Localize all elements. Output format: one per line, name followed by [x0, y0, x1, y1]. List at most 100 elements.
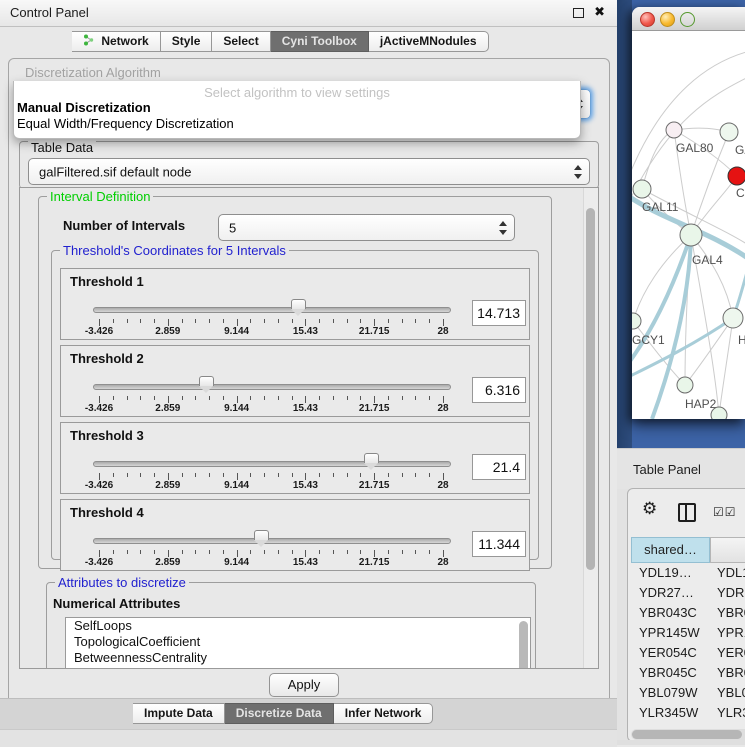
network-window-titlebar	[632, 7, 745, 31]
apply-button[interactable]: Apply	[269, 673, 339, 697]
threshold-slider-thumb[interactable]	[254, 530, 269, 540]
table-row[interactable]: YDR27… YDR2	[631, 583, 745, 603]
control-panel-titlebar: Control Panel ✖	[0, 0, 617, 27]
threshold-label: Threshold 4	[70, 505, 144, 520]
cell-shared-name: YDL19…	[639, 563, 692, 583]
algorithm-group-label: Discretization Algorithm	[25, 65, 161, 80]
threshold-slider-thumb[interactable]	[291, 299, 306, 309]
threshold-slider-track[interactable]	[93, 461, 451, 467]
network-node[interactable]	[633, 180, 651, 198]
cell-name: YLR3	[717, 703, 745, 723]
threshold-label: Threshold 2	[70, 351, 144, 366]
stepper-icon	[498, 221, 507, 235]
cell-name: YBR0	[717, 663, 745, 683]
close-traffic-light-icon[interactable]	[640, 12, 655, 27]
node-label: GA	[735, 143, 745, 157]
threshold-box: Threshold 1 -3.4262.8599.14415.4321.7152…	[60, 268, 530, 340]
network-node[interactable]	[677, 377, 693, 393]
dropdown-option[interactable]: Manual Discretization	[14, 100, 580, 116]
minimize-traffic-light-icon[interactable]	[660, 12, 675, 27]
column-header-shared[interactable]: shared…	[631, 537, 710, 563]
tab[interactable]: Style	[161, 31, 213, 52]
cell-name: YBR0	[717, 603, 745, 623]
node-label: C	[736, 186, 745, 200]
checkbox-icons[interactable]: ☑☑	[713, 505, 737, 519]
table-panel: ⚙ ☑☑ shared… na YDL19… YDL1 YDR27… YDR2 …	[627, 488, 745, 742]
cell-shared-name: YBR043C	[639, 603, 697, 623]
float-window-icon[interactable]	[573, 8, 584, 18]
cell-shared-name: YPR145W	[639, 623, 700, 643]
network-node[interactable]	[666, 122, 682, 138]
interval-definition-label: Interval Definition	[47, 189, 153, 204]
table-row[interactable]: YIL052C YIL0	[631, 723, 745, 727]
table-row[interactable]: YDL19… YDL1	[631, 563, 745, 583]
network-icon	[83, 33, 94, 52]
table-data-combo[interactable]: galFiltered.sif default node	[28, 158, 590, 185]
thresholds-group: Threshold's Coordinates for 5 Intervals …	[51, 250, 539, 560]
bottom-tab-label: Infer Network	[345, 706, 422, 720]
scrollbar-thumb[interactable]	[586, 208, 595, 570]
numerical-attributes-list[interactable]: SelfLoopsTopologicalCoefficientBetweenne…	[65, 617, 531, 669]
threshold-label: Threshold 1	[70, 274, 144, 289]
table-row[interactable]: YER054C YER0	[631, 643, 745, 663]
right-panel: GAL80 GA C GAL11 GAL4 GCY1 H HAP2 Table …	[617, 0, 745, 745]
scrollbar-thumb[interactable]	[632, 730, 742, 739]
threshold-label: Threshold 3	[70, 428, 144, 443]
horizontal-scrollbar[interactable]	[631, 729, 745, 740]
interval-definition-group: Interval Definition Number of Intervals …	[38, 196, 552, 569]
control-panel-window: Control Panel ✖ Network	[0, 0, 617, 745]
attribute-item[interactable]: SelfLoops	[66, 618, 530, 634]
number-of-intervals-label: Number of Intervals	[63, 218, 185, 233]
bottom-tab[interactable]: Infer Network	[334, 703, 434, 724]
table-row[interactable]: YBL079W YBL0	[631, 683, 745, 703]
table-row[interactable]: YBR045C YBR0	[631, 663, 745, 683]
tab[interactable]: jActiveMNodules	[369, 31, 489, 52]
tab-label: Cyni Toolbox	[282, 34, 357, 48]
attribute-item[interactable]: TopologicalCoefficient	[66, 634, 530, 650]
vertical-scrollbar[interactable]	[583, 188, 598, 668]
threshold-value-field[interactable]: 6.316	[472, 377, 526, 403]
dropdown-hint: Select algorithm to view settings	[14, 81, 580, 100]
threshold-value-field[interactable]: 14.713	[472, 300, 526, 326]
threshold-slider-thumb[interactable]	[364, 453, 379, 463]
list-scrollbar[interactable]	[519, 621, 528, 669]
threshold-slider-track[interactable]	[93, 384, 451, 390]
threshold-slider-track[interactable]	[93, 538, 451, 544]
network-node[interactable]	[632, 313, 641, 329]
gear-icon[interactable]: ⚙	[642, 499, 657, 519]
zoom-traffic-light-icon[interactable]	[680, 12, 695, 27]
network-node-selected[interactable]	[728, 167, 745, 185]
table-row[interactable]: YBR043C YBR0	[631, 603, 745, 623]
network-node[interactable]	[680, 224, 702, 246]
threshold-slider-track[interactable]	[93, 307, 451, 313]
number-of-intervals-combo[interactable]: 5	[218, 214, 515, 241]
stepper-icon	[573, 165, 582, 179]
bottom-tab[interactable]: Discretize Data	[225, 703, 334, 724]
node-label: GAL4	[692, 253, 723, 267]
cell-name: YPR1	[717, 623, 745, 643]
dropdown-option[interactable]: Equal Width/Frequency Discretization	[14, 116, 580, 132]
network-node[interactable]	[720, 123, 738, 141]
cell-name: YIL0	[717, 723, 744, 727]
number-of-intervals-value: 5	[229, 220, 236, 235]
table-row[interactable]: YPR145W YPR1	[631, 623, 745, 643]
split-table-icon[interactable]	[678, 503, 696, 522]
close-icon[interactable]: ✖	[594, 4, 605, 20]
cell-shared-name: YDR27…	[639, 583, 694, 603]
tab[interactable]: Select	[212, 31, 270, 52]
column-header-name[interactable]: na	[710, 537, 745, 563]
table-row[interactable]: YLR345W YLR3	[631, 703, 745, 723]
attribute-item[interactable]: BetweennessCentrality	[66, 650, 530, 666]
tab[interactable]: Network	[72, 31, 161, 52]
network-desktop: GAL80 GA C GAL11 GAL4 GCY1 H HAP2	[617, 0, 745, 448]
node-label: H	[738, 333, 745, 347]
cell-name: YDR2	[717, 583, 745, 603]
tab[interactable]: Cyni Toolbox	[271, 31, 369, 52]
settings-scrollpane: Interval Definition Number of Intervals …	[19, 187, 599, 669]
network-node[interactable]	[723, 308, 743, 328]
network-canvas[interactable]: GAL80 GA C GAL11 GAL4 GCY1 H HAP2	[632, 31, 745, 419]
bottom-tab[interactable]: Impute Data	[133, 703, 225, 724]
threshold-value-field[interactable]: 11.344	[472, 531, 526, 557]
threshold-value-field[interactable]: 21.4	[472, 454, 526, 480]
threshold-slider-thumb[interactable]	[199, 376, 214, 386]
